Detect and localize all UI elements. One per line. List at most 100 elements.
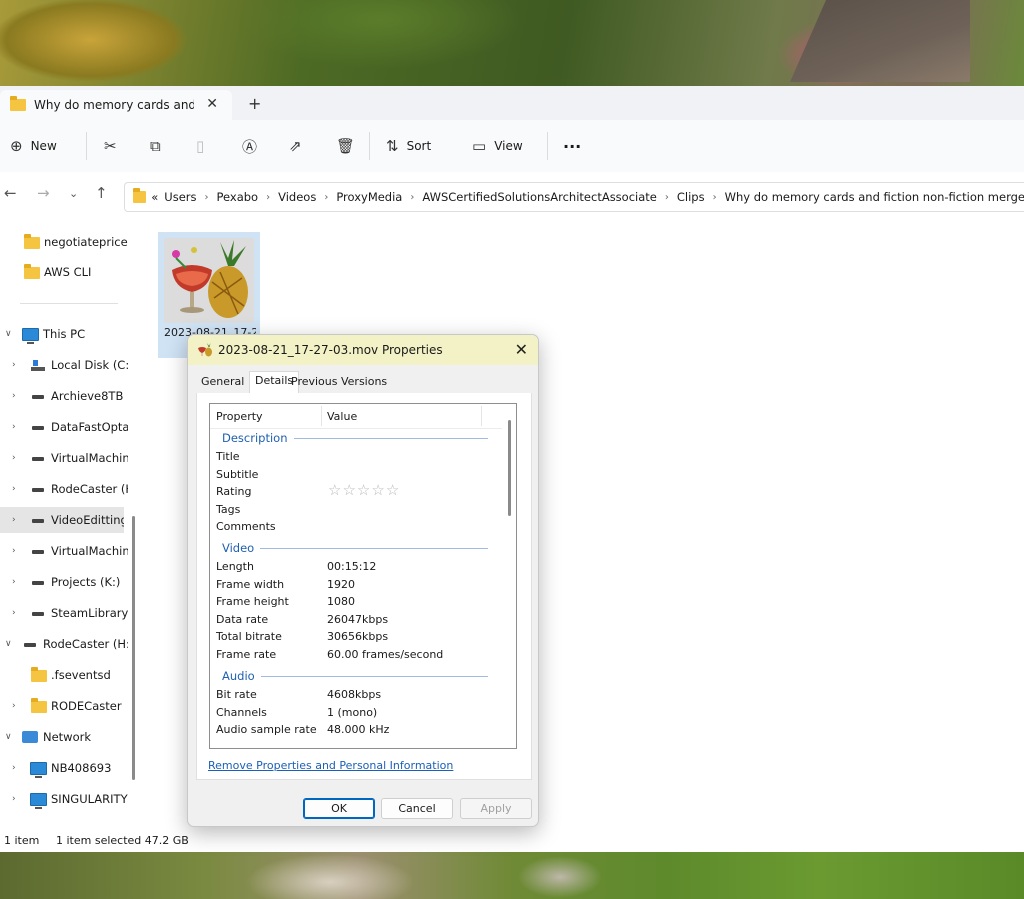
sidebar-item-rodecaster-folder[interactable]: › RODECaster [0,693,128,719]
column-property[interactable]: Property [216,410,263,423]
new-tab-icon[interactable]: + [248,94,261,113]
close-tab-icon[interactable]: ✕ [206,96,218,112]
sort-icon: ⇅ [386,137,399,155]
column-divider[interactable] [481,406,482,426]
handbrake-file-icon [164,238,254,323]
share-button[interactable]: ⇗ [289,135,302,157]
sidebar-item-network[interactable]: ∨ Network [0,724,128,750]
forward-arrow-icon[interactable]: → [37,184,50,202]
wallpaper-roof [790,0,970,82]
close-icon[interactable]: ✕ [515,340,528,359]
explorer-tab[interactable]: Why do memory cards and fic ✕ [0,90,232,120]
sidebar-item-singularity[interactable]: › SINGULARITY [0,786,128,812]
chevron-right-icon[interactable]: › [12,763,16,773]
sidebar-item-this-pc[interactable]: ∨ This PC [0,321,128,347]
remove-properties-link[interactable]: Remove Properties and Personal Informati… [208,759,453,772]
sidebar-item-videoeditting[interactable]: › VideoEditting [0,507,124,533]
chevron-right-icon[interactable]: › [324,192,328,203]
details-panel: Property Value Description Title Subtitl… [196,393,532,780]
back-arrow-icon[interactable]: ← [4,184,17,202]
chevron-right-icon[interactable]: › [12,453,16,463]
sidebar-item-label: Local Disk (C:) [51,358,128,372]
chevron-right-icon[interactable]: › [12,546,16,556]
breadcrumb-users[interactable]: Users [164,190,196,204]
sidebar-item-aws-cli[interactable]: AWS CLI [0,259,128,285]
star-icon[interactable]: ☆ [328,481,342,499]
chevron-right-icon[interactable]: › [12,484,16,494]
view-button[interactable]: ▭ View [472,135,523,157]
sidebar-item-rodecaster-drive[interactable]: › RodeCaster (H [0,476,128,502]
chevron-right-icon[interactable]: › [713,192,717,203]
list-scrollbar[interactable] [508,420,511,516]
sidebar-item-label: DataFastOptan [51,420,128,434]
sidebar-item-steamlibrary[interactable]: › SteamLibrary ( [0,600,128,626]
tab-previous-versions[interactable]: Previous Versions [291,375,387,388]
sidebar-item-rodecaster-h[interactable]: ∨ RodeCaster (H:) [0,631,128,657]
sidebar-item-fseventsd[interactable]: .fseventsd [0,662,128,688]
chevron-right-icon[interactable]: › [665,192,669,203]
column-value[interactable]: Value [327,410,357,423]
cut-button[interactable]: ✂ [104,135,117,157]
property-bit-rate: Bit rate [216,688,257,701]
star-icon[interactable]: ☆ [342,481,356,499]
new-label: New [30,139,57,153]
sidebar-item-negotiateprice[interactable]: negotiateprice [0,229,128,255]
cancel-button[interactable]: Cancel [381,798,453,819]
paste-button[interactable]: ▯ [196,135,204,157]
sidebar-item-virtualmachines-2[interactable]: › VirtualMachin [0,538,128,564]
value-frame-height: 1080 [327,595,355,608]
tab-general[interactable]: General [201,375,244,388]
chevron-right-icon[interactable]: › [12,422,16,432]
sidebar-item-label: RODECaster [51,699,122,713]
new-button[interactable]: ⊕ New [10,135,57,157]
rating-stars[interactable]: ☆☆☆☆☆ [328,481,400,499]
sidebar-item-nb408693[interactable]: › NB408693 [0,755,128,781]
star-icon[interactable]: ☆ [357,481,371,499]
recent-locations-chevron-icon[interactable]: ⌄ [69,187,78,200]
chevron-right-icon[interactable]: › [12,794,16,804]
breadcrumb-current-folder[interactable]: Why do memory cards and fiction non-fict… [725,190,1024,204]
apply-button[interactable]: Apply [460,798,532,819]
breadcrumb-pexabo[interactable]: Pexabo [217,190,259,204]
chevron-right-icon[interactable]: › [12,608,16,618]
chevron-right-icon[interactable]: › [12,515,16,525]
sort-button[interactable]: ⇅ Sort [386,135,431,157]
dialog-titlebar[interactable]: 2023-08-21_17-27-03.mov Properties ✕ [188,335,538,365]
chevron-down-icon[interactable]: ∨ [5,639,12,649]
sidebar-item-virtualmachines-1[interactable]: › VirtualMachin [0,445,128,471]
chevron-right-icon[interactable]: › [266,192,270,203]
ok-button[interactable]: OK [303,798,375,819]
breadcrumb-videos[interactable]: Videos [278,190,316,204]
rename-button[interactable]: Ⓐ [242,135,257,157]
chevron-down-icon[interactable]: ∨ [5,732,12,742]
copy-button[interactable]: ⧉ [150,135,161,157]
sidebar-scrollbar[interactable] [132,516,135,780]
value-audio-sample-rate: 48.000 kHz [327,723,390,736]
chevron-right-icon[interactable]: › [12,360,16,370]
chevron-right-icon[interactable]: › [12,391,16,401]
chevron-right-icon[interactable]: › [12,701,16,711]
column-divider[interactable] [321,406,322,426]
properties-list[interactable]: Property Value Description Title Subtitl… [209,403,517,749]
sidebar-item-datafastoptane[interactable]: › DataFastOptan [0,414,128,440]
chevron-down-icon[interactable]: ∨ [5,329,12,339]
dialog-title: 2023-08-21_17-27-03.mov Properties [218,343,443,357]
delete-button[interactable]: 🗑 [336,135,355,157]
more-options-button[interactable]: ··· [563,135,581,157]
address-bar[interactable]: « Users › Pexabo › Videos › ProxyMedia ›… [124,182,1024,212]
section-label: Video [222,541,255,555]
breadcrumb-aws[interactable]: AWSCertifiedSolutionsArchitectAssociate [422,190,657,204]
folder-icon [133,188,147,203]
breadcrumb-proxymedia[interactable]: ProxyMedia [336,190,402,204]
star-icon[interactable]: ☆ [386,481,400,499]
chevron-right-icon[interactable]: › [205,192,209,203]
sidebar-item-projects-k[interactable]: › Projects (K:) [0,569,128,595]
sidebar-item-local-disk-c[interactable]: › Local Disk (C:) [0,352,128,378]
up-arrow-icon[interactable]: ↑ [95,184,108,202]
chevron-right-icon[interactable]: › [410,192,414,203]
breadcrumb-clips[interactable]: Clips [677,190,705,204]
breadcrumb-overflow[interactable]: « [151,190,158,204]
star-icon[interactable]: ☆ [371,481,385,499]
chevron-right-icon[interactable]: › [12,577,16,587]
sidebar-item-archieve8tb[interactable]: › Archieve8TB (D [0,383,128,409]
